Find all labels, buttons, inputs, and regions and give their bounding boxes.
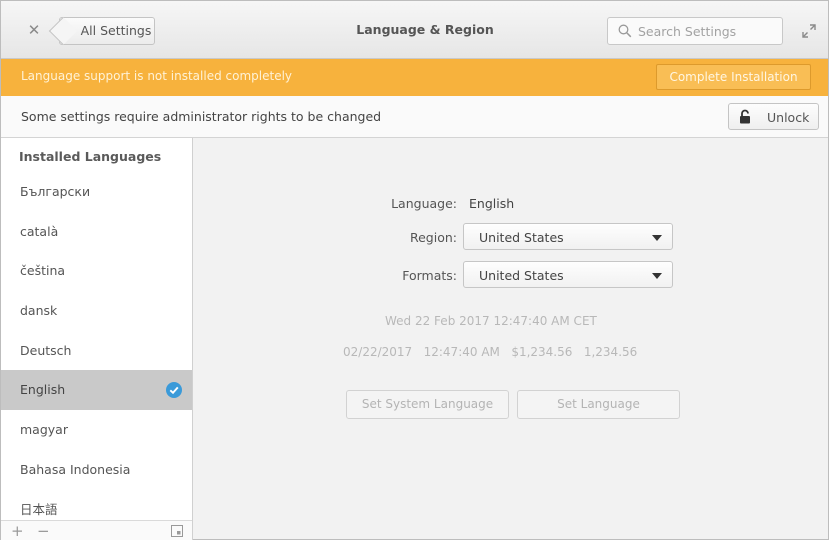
check-icon [166,382,182,399]
window-title: Language & Region [356,22,494,37]
infobar-message: Language support is not installed comple… [21,69,293,83]
language-support-infobar: Language support is not installed comple… [1,59,828,96]
sidebar-header: Installed Languages [19,149,162,164]
date-preview: Wed 22 Feb 2017 12:47:40 AM CET [385,314,597,328]
settings-window: ✕ All Settings Language & Region Languag… [0,0,829,540]
language-item-german[interactable]: Deutsch [1,331,192,371]
language-item-english[interactable]: English [1,370,192,411]
region-value: United States [479,230,564,245]
languages-sidebar: Installed Languages Български català češ… [1,138,193,540]
language-settings-panel: Language: English Region: United States … [193,138,828,540]
region-label: Region: [409,230,457,245]
language-item-danish[interactable]: dansk [1,291,192,331]
formats-label: Formats: [402,268,457,283]
language-item-hungarian[interactable]: magyar [1,410,192,450]
minus-icon[interactable]: − [37,523,50,539]
language-label: Language: [391,196,457,211]
chevron-down-icon [652,235,662,241]
region-dropdown[interactable]: United States [463,223,673,250]
language-item-indonesian[interactable]: Bahasa Indonesia [1,450,192,490]
sidebar-toolbar: + − [1,520,192,540]
language-item-czech[interactable]: čeština [1,251,192,291]
permission-message: Some settings require administrator righ… [21,109,382,124]
language-item-catalan[interactable]: català [1,212,192,252]
close-icon[interactable]: ✕ [23,19,45,41]
language-list: Български català čeština dansk Deutsch E… [1,172,192,529]
formats-value: United States [479,268,564,283]
maximize-icon[interactable] [801,23,817,39]
language-item-bulgarian[interactable]: Български [1,172,192,212]
unlock-button[interactable]: Unlock [728,103,819,130]
language-item-label: English [20,382,66,398]
all-settings-button[interactable]: All Settings [59,17,155,45]
header-bar: ✕ All Settings Language & Region [1,1,828,59]
search-icon [618,24,632,38]
set-system-language-button[interactable]: Set System Language [346,390,509,419]
formats-dropdown[interactable]: United States [463,261,673,288]
complete-installation-button[interactable]: Complete Installation [656,64,811,90]
keyboard-settings-icon[interactable] [171,525,183,537]
set-language-button[interactable]: Set Language [517,390,680,419]
plus-icon[interactable]: + [11,523,24,539]
format-preview: 02/22/2017 12:47:40 AM $1,234.56 1,234.5… [343,345,638,359]
search-input[interactable] [638,22,776,41]
permission-bar: Some settings require administrator righ… [1,96,828,138]
language-value: English [469,196,515,211]
search-field[interactable] [607,17,783,45]
lock-icon [740,109,750,124]
chevron-down-icon [652,273,662,279]
unlock-label: Unlock [767,110,810,125]
